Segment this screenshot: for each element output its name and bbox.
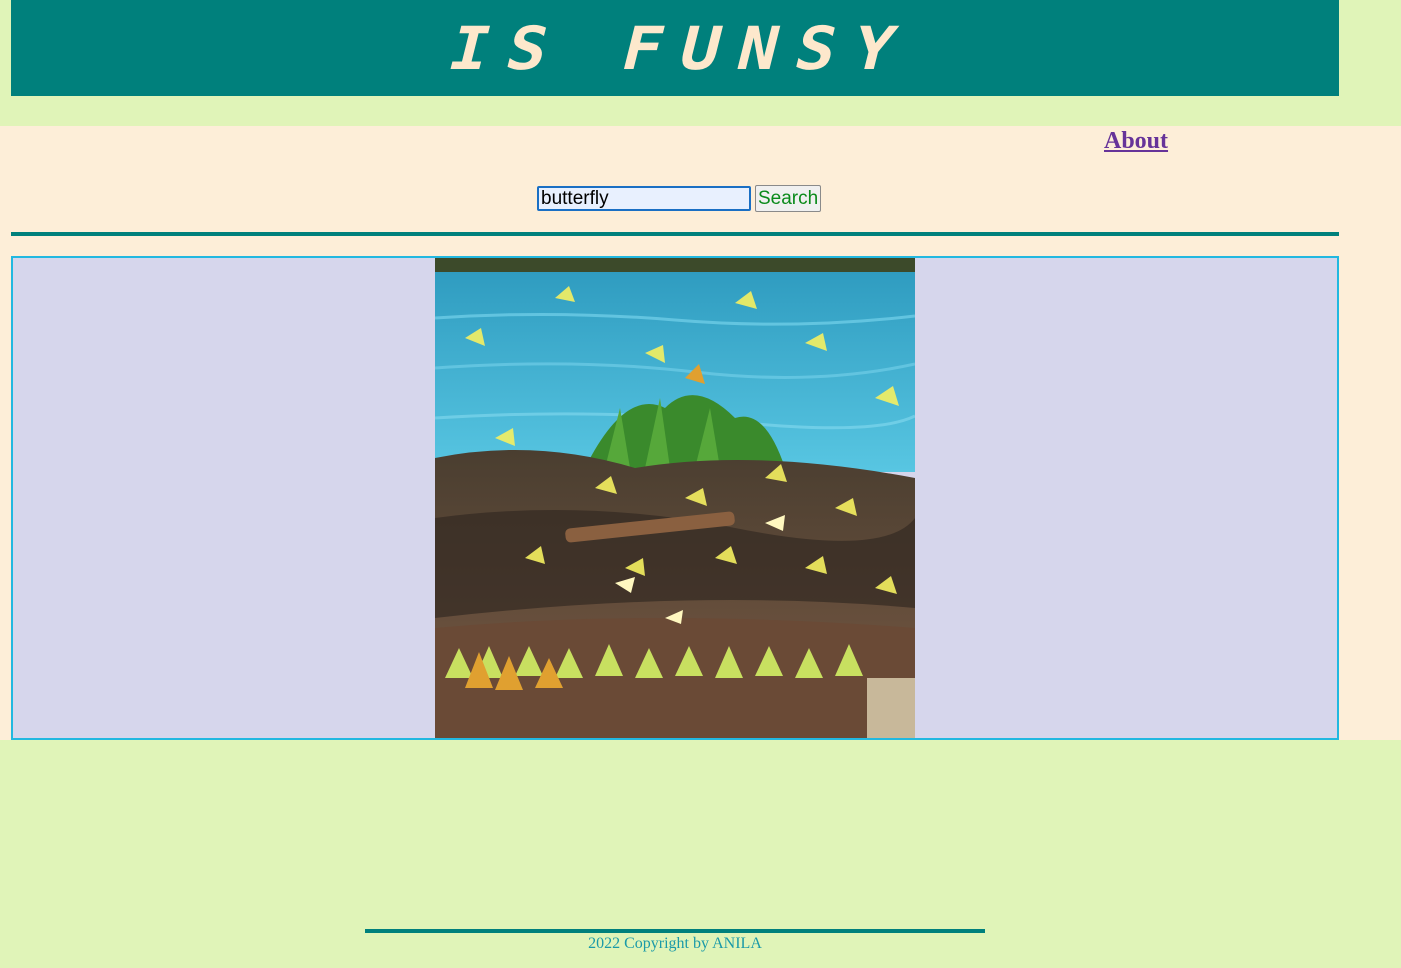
search-button[interactable]: Search xyxy=(755,185,822,212)
site-header: IS FUNSY xyxy=(11,0,1339,96)
butterfly-gif-image[interactable] xyxy=(435,258,915,738)
site-logo: IS FUNSY xyxy=(441,13,921,83)
search-form: Search xyxy=(537,185,822,212)
header-divider xyxy=(11,232,1339,236)
footer-divider xyxy=(365,929,985,933)
search-input[interactable] xyxy=(537,186,751,211)
main-content: About Search xyxy=(0,126,1401,740)
about-link[interactable]: About xyxy=(1104,126,1168,156)
footer-copyright: 2022 Copyright by ANILA xyxy=(588,935,762,952)
gif-result-container xyxy=(11,256,1339,740)
